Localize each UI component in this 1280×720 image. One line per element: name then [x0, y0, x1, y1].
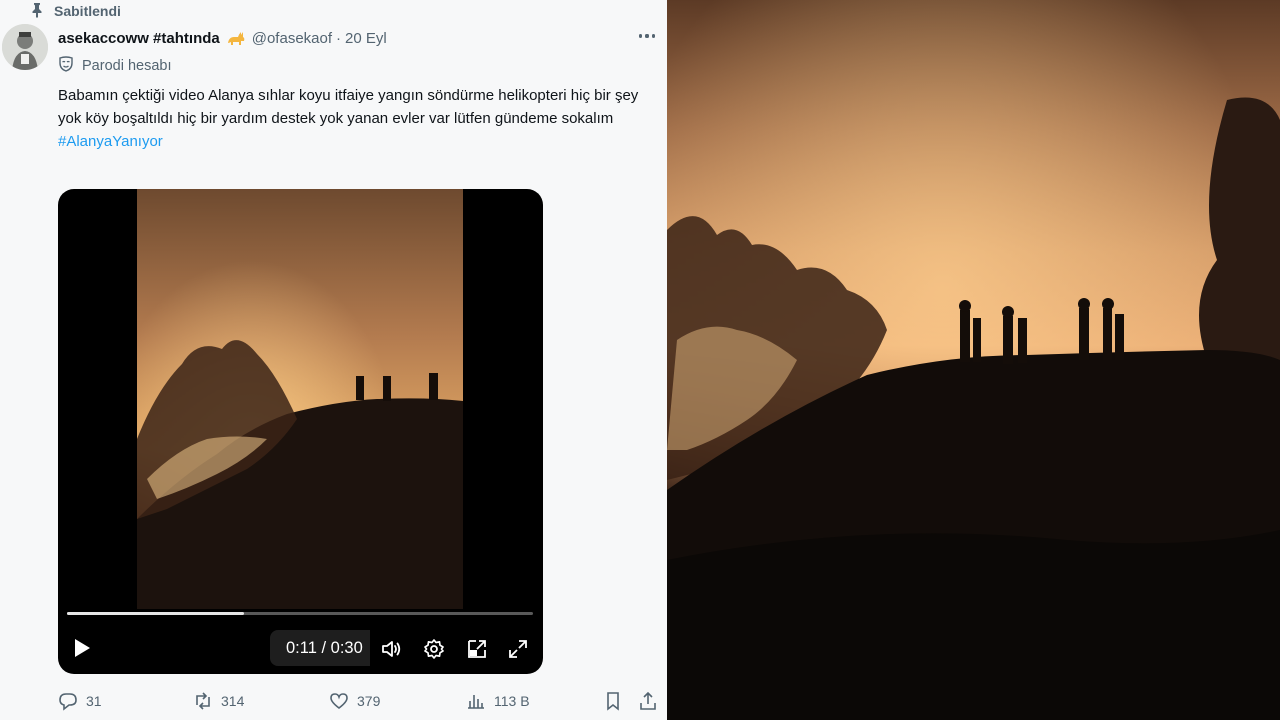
- tweet-body: Babamın çektiği video Alanya sıhlar koyu…: [58, 87, 639, 127]
- reply-count: 31: [86, 693, 102, 709]
- tweet-actions: 31 314 379 113 B: [0, 688, 667, 716]
- progress-bar[interactable]: [67, 612, 533, 615]
- video-player[interactable]: 0:11 / 0:30: [58, 189, 543, 674]
- share-icon: [640, 691, 656, 710]
- views-icon: [468, 695, 484, 709]
- more-dot-icon: [639, 34, 643, 38]
- parody-label: Parodi hesabı: [82, 58, 172, 74]
- time-display: 0:11 / 0:30: [286, 639, 363, 657]
- views-button[interactable]: 113 B: [466, 690, 530, 712]
- like-button[interactable]: 379: [329, 690, 380, 712]
- progress-fill: [67, 612, 245, 615]
- enlarged-video-frame: [667, 0, 1280, 720]
- bookmark-button[interactable]: [603, 690, 623, 712]
- pin-icon: [30, 2, 44, 21]
- reply-icon: [59, 693, 77, 711]
- cat-emoji-icon: [226, 29, 246, 47]
- mask-icon: [58, 56, 74, 76]
- bookmark-icon: [607, 692, 619, 711]
- video-frame[interactable]: [137, 189, 463, 609]
- tweet-date[interactable]: 20 Eyl: [345, 30, 387, 47]
- separator-dot: ·: [336, 29, 342, 47]
- display-name[interactable]: asekaccoww #tahtında: [58, 30, 220, 47]
- share-button[interactable]: [638, 690, 658, 712]
- like-count: 379: [357, 693, 381, 709]
- play-icon: [75, 639, 90, 657]
- more-dot-icon: [651, 34, 655, 38]
- repost-count: 314: [221, 693, 245, 709]
- tweet-text: Babamın çektiği video Alanya sıhlar koyu…: [58, 84, 654, 153]
- parody-label-row: Parodi hesabı: [58, 56, 171, 76]
- play-button[interactable]: [72, 636, 94, 660]
- heart-icon: [330, 693, 348, 710]
- user-handle[interactable]: @ofasekaof: [252, 30, 332, 47]
- pip-icon: [468, 640, 486, 658]
- more-options-button[interactable]: [636, 28, 658, 44]
- views-count: 113 B: [494, 693, 530, 709]
- reply-button[interactable]: 31: [58, 690, 102, 712]
- repost-button[interactable]: 314: [193, 690, 244, 712]
- settings-icon: [424, 639, 444, 659]
- hashtag-link[interactable]: #AlanyaYanıyor: [58, 130, 654, 153]
- picture-in-picture-button[interactable]: [466, 638, 488, 660]
- avatar[interactable]: [2, 24, 48, 70]
- more-dot-icon: [645, 34, 649, 38]
- volume-button[interactable]: [380, 638, 402, 660]
- author-row: asekaccoww #tahtında @ofasekaof · 20 Eyl: [58, 28, 387, 48]
- fire-scene-image: [667, 0, 1280, 720]
- pinned-label: Sabitlendi: [54, 3, 121, 19]
- tweet-card: Sabitlendi asekaccoww #tahtında @ofaseka…: [0, 0, 667, 720]
- repost-icon: [196, 692, 210, 710]
- settings-button[interactable]: [423, 638, 445, 660]
- pinned-indicator: Sabitlendi: [30, 2, 121, 20]
- volume-icon: [382, 641, 401, 657]
- fullscreen-icon: [509, 640, 527, 658]
- fullscreen-button[interactable]: [507, 638, 529, 660]
